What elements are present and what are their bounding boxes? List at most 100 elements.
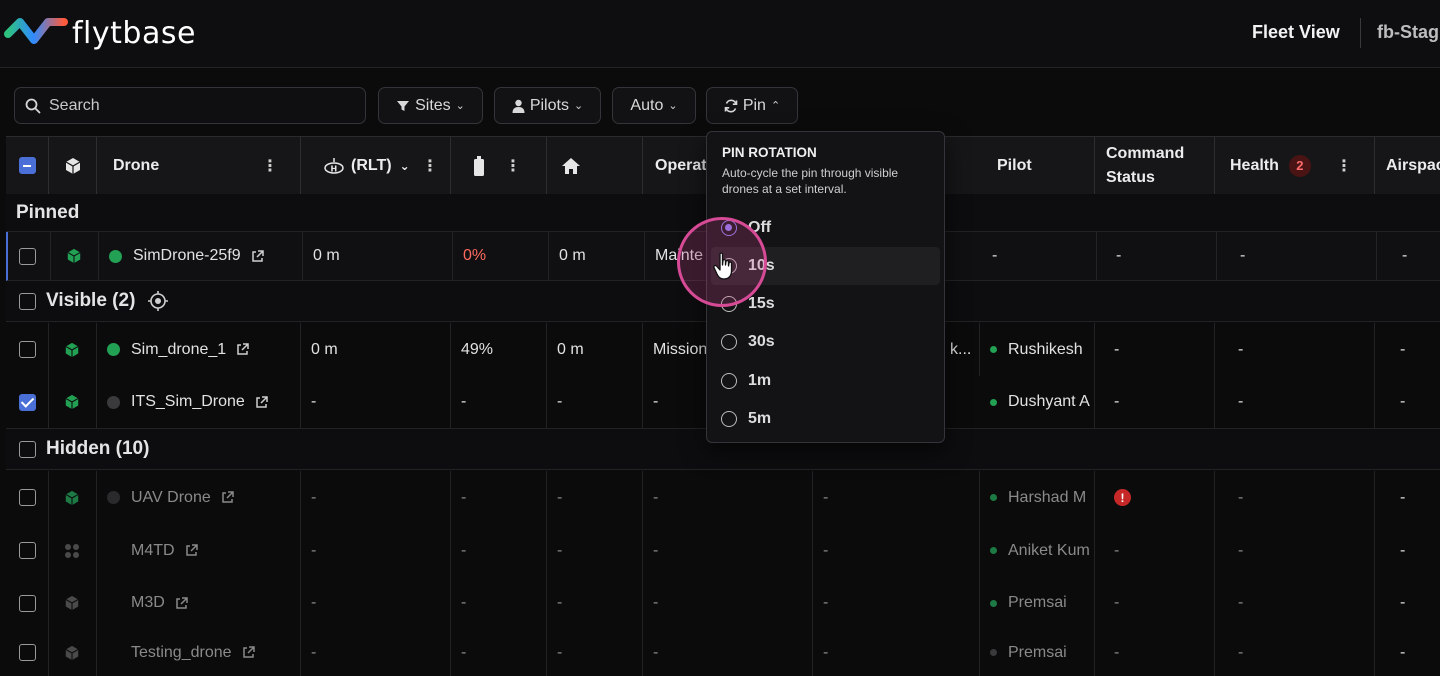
interval-option-1m[interactable]: 1m [711, 362, 940, 400]
hidden-group-checkbox[interactable] [19, 440, 36, 458]
row-checkbox[interactable] [19, 542, 36, 559]
pin-rotation-button[interactable]: Pin ⌃ [706, 87, 798, 124]
sites-filter-button[interactable]: Sites ⌄ [378, 87, 483, 124]
battery-value: - [451, 471, 547, 524]
auto-mode-button[interactable]: Auto ⌄ [612, 87, 696, 124]
row-checkbox[interactable] [19, 644, 36, 661]
cube-icon [65, 394, 79, 410]
more-vertical-icon[interactable]: ⋮ [262, 156, 278, 176]
pilots-filter-button[interactable]: Pilots ⌄ [494, 87, 601, 124]
drone-name[interactable]: M3D [131, 594, 165, 612]
battery-value: - [451, 524, 547, 577]
error-alert-icon[interactable]: ! [1114, 489, 1131, 506]
rlt-value: 0 m [303, 232, 453, 280]
cube-icon [65, 645, 79, 660]
interval-option-15s[interactable]: 15s [711, 285, 940, 323]
drone-name[interactable]: SimDrone-25f9 [133, 247, 241, 265]
home-distance-value: - [547, 629, 643, 676]
more-vertical-icon[interactable]: ⋮ [422, 156, 438, 176]
offline-status-dot [107, 395, 120, 409]
hidden-group-label: Hidden (10) [46, 438, 150, 459]
table-row[interactable]: Testing_drone - - - - - Premsai - - - [6, 629, 1440, 676]
operation-value: Mainte [645, 232, 715, 280]
row-checkbox[interactable] [19, 341, 36, 358]
command-status-value: - [1095, 323, 1215, 376]
table-row[interactable]: M4TD - - - - - Aniket Kum - - - [6, 524, 1440, 577]
rlt-column-header[interactable]: H (RLT) ⌄ ⋮ [301, 137, 451, 194]
select-all-checkbox[interactable] [19, 157, 36, 174]
more-vertical-icon[interactable]: ⋮ [1336, 156, 1352, 176]
airspace-value: - [1400, 643, 1406, 661]
interval-option-5m[interactable]: 5m [711, 400, 940, 438]
search-box[interactable] [14, 87, 366, 124]
home-icon [562, 157, 580, 174]
operation-value: Mission [643, 323, 713, 376]
radio-icon [721, 258, 737, 274]
airspace-value: - [1400, 488, 1406, 506]
health-value: - [1215, 323, 1375, 376]
drone-name[interactable]: M4TD [131, 542, 175, 560]
visible-group-label: Visible (2) [46, 290, 136, 311]
table-row[interactable]: UAV Drone - - - - - Harshad M ! - - [6, 471, 1440, 524]
pilot-status-dot [990, 494, 997, 501]
rlt-value: - [301, 376, 451, 428]
table-row[interactable]: M3D - - - - - Premsai - - - [6, 577, 1440, 629]
locate-icon[interactable] [147, 290, 169, 312]
drone-model-icon [65, 543, 79, 558]
battery-value: 0% [453, 232, 549, 280]
row-checkbox[interactable] [19, 594, 36, 612]
more-vertical-icon[interactable]: ⋮ [505, 156, 521, 176]
home-distance-value: - [547, 376, 643, 428]
operation-column-header[interactable]: Operat [643, 137, 713, 194]
interval-option-off[interactable]: Off [711, 209, 940, 247]
command-status-label: Command Status [1106, 144, 1185, 186]
org-selector[interactable]: fb-Stag [1377, 22, 1439, 43]
pilot-value: Premsai [1008, 643, 1067, 661]
cube-icon [65, 157, 81, 174]
row-checkbox[interactable] [19, 393, 36, 411]
battery-value: - [451, 577, 547, 629]
external-link-icon[interactable] [175, 596, 188, 610]
interval-option-label: 30s [748, 333, 775, 350]
operation-value: - [643, 629, 813, 676]
chevron-down-icon: ⌄ [668, 100, 678, 112]
pilot-column-header[interactable]: Pilot [980, 137, 1095, 194]
airspace-column-header[interactable]: Airspac [1375, 137, 1440, 194]
drone-name[interactable]: UAV Drone [131, 489, 211, 507]
chevron-down-icon[interactable]: ⌄ [400, 159, 410, 173]
drone-name[interactable]: Sim_drone_1 [131, 341, 226, 359]
drone-name[interactable]: Testing_drone [131, 644, 232, 662]
command-status-value: - [1095, 376, 1215, 428]
row-checkbox[interactable] [19, 489, 36, 506]
cube-icon [65, 595, 79, 611]
drone-column-header[interactable]: Drone ⋮ [97, 137, 301, 194]
interval-option-30s[interactable]: 30s [711, 323, 940, 361]
radio-icon [721, 373, 737, 389]
pilots-filter-label: Pilots [529, 96, 569, 114]
pilot-column-label: Pilot [997, 156, 1032, 174]
external-link-icon[interactable] [221, 491, 234, 504]
health-value: - [1215, 629, 1375, 676]
operation-value: - [643, 376, 713, 428]
command-status-column-header[interactable]: Command Status [1095, 137, 1215, 194]
external-link-icon[interactable] [185, 544, 198, 557]
health-column-header[interactable]: Health 2 ⋮ [1215, 137, 1375, 194]
extra-value: - [813, 524, 980, 577]
pilot-value: Rushikesh [1008, 340, 1083, 358]
search-input[interactable] [47, 95, 351, 116]
drone-name[interactable]: ITS_Sim_Drone [131, 393, 245, 411]
external-link-icon[interactable] [242, 646, 255, 659]
external-link-icon[interactable] [251, 249, 264, 263]
airspace-value: - [1400, 340, 1406, 358]
page-title[interactable]: Fleet View [1252, 22, 1340, 43]
external-link-icon[interactable] [255, 395, 268, 409]
visible-group-checkbox[interactable] [19, 292, 36, 310]
home-column-header[interactable] [547, 137, 643, 194]
row-checkbox[interactable] [19, 247, 36, 265]
interval-option-10s[interactable]: 10s [711, 247, 940, 285]
external-link-icon[interactable] [236, 343, 249, 356]
flytbase-logo[interactable]: flytbase [4, 14, 196, 52]
battery-column-header[interactable]: ⋮ [451, 137, 547, 194]
rlt-value: 0 m [301, 323, 451, 376]
home-distance-value: 0 m [547, 323, 643, 376]
